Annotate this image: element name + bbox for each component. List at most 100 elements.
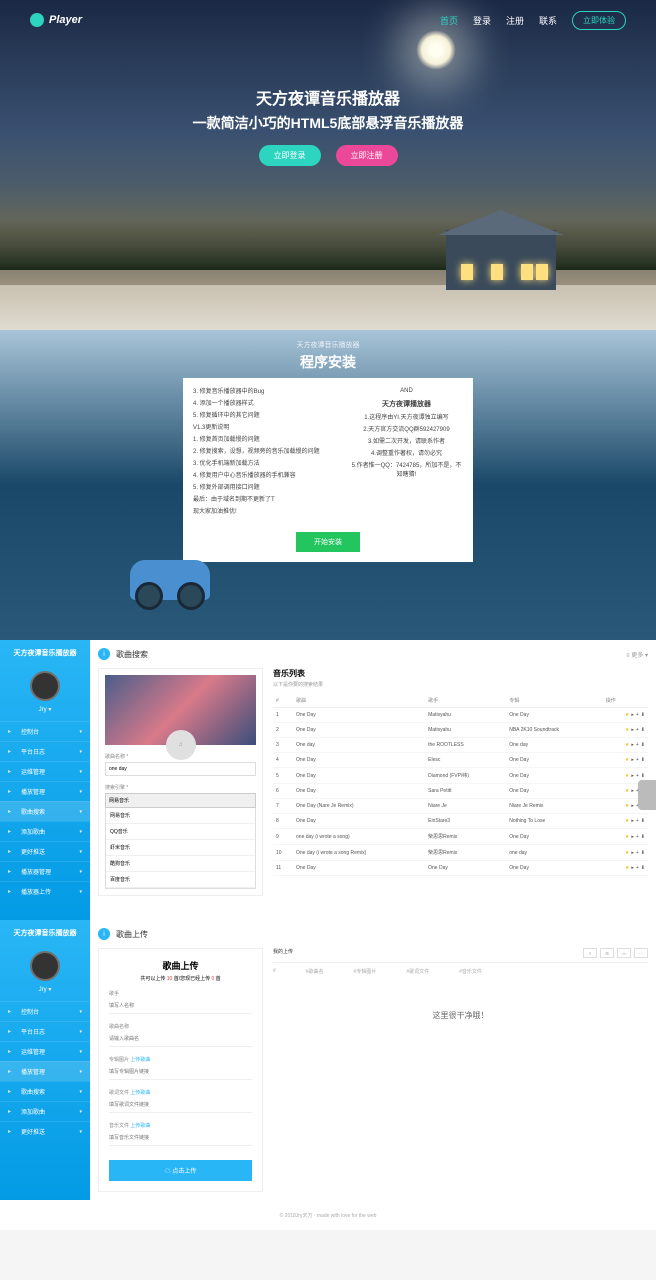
play-icon[interactable]: ▸ (631, 788, 634, 794)
sidebar-item[interactable]: ▸平台日志▾ (0, 1021, 90, 1041)
table-row[interactable]: 8One DayEinStare3Nothing To Lose★▸+⬇ (273, 814, 648, 829)
star-icon[interactable]: ★ (625, 850, 629, 856)
sidebar-item[interactable]: ▸运维管理▾ (0, 1041, 90, 1061)
install-button[interactable]: 开始安装 (296, 532, 360, 552)
table-row[interactable]: 1One DayMatisyahuOne Day★▸+⬇ (273, 708, 648, 723)
play-icon[interactable]: ▸ (631, 757, 634, 763)
lrc-input[interactable] (109, 1098, 252, 1113)
music-input[interactable] (109, 1131, 252, 1146)
cover-input[interactable] (109, 1065, 252, 1080)
add-icon[interactable]: + (636, 742, 639, 748)
sidebar-item[interactable]: ▸播放器上传▾ (0, 881, 90, 901)
download-icon[interactable]: ⬇ (641, 834, 645, 840)
star-icon[interactable]: ★ (625, 757, 629, 763)
download-icon[interactable]: ⬇ (641, 850, 645, 856)
table-row[interactable]: 2One DayMatisyahuNBA 2K10 Soundtrack★▸+⬇ (273, 723, 648, 738)
add-icon[interactable]: + (636, 757, 639, 763)
table-row[interactable]: 4One DayElescOne Day★▸+⬇ (273, 753, 648, 768)
sidebar-item[interactable]: ▸添加歌曲▾ (0, 821, 90, 841)
download-icon[interactable]: ⬇ (641, 712, 645, 718)
star-icon[interactable]: ★ (625, 834, 629, 840)
table-row[interactable]: 5One DayDiamond (FVP/纬)One Day★▸+⬇ (273, 768, 648, 784)
sidebar-item[interactable]: ▸播放管理▾ (0, 781, 90, 801)
sidebar-item[interactable]: ▸歌曲搜索▾ (0, 1081, 90, 1101)
sidebar-item[interactable]: ▸添加歌曲▾ (0, 1101, 90, 1121)
nav-register[interactable]: 注册 (506, 14, 524, 27)
table-row[interactable]: 10One day (i wrote a song Remix)柴思思Remix… (273, 845, 648, 861)
sidebar-item[interactable]: ▸播放器管理▾ (0, 861, 90, 881)
nav-home[interactable]: 首页 (440, 14, 458, 27)
tab-myupload[interactable]: 我的上传 (273, 948, 293, 958)
nav-login[interactable]: 登录 (473, 14, 491, 27)
add-icon[interactable]: + (636, 727, 639, 733)
nav-demo-button[interactable]: 立即体验 (572, 11, 626, 30)
play-icon[interactable]: ▸ (631, 742, 634, 748)
add-icon[interactable]: + (636, 712, 639, 718)
avatar[interactable] (30, 951, 60, 981)
song-name-input[interactable] (105, 762, 256, 776)
artist-input[interactable] (109, 999, 252, 1014)
add-icon[interactable]: + (636, 865, 639, 871)
sidebar-item[interactable]: ▸控制台▾ (0, 721, 90, 741)
sidebar-item[interactable]: ▸平台日志▾ (0, 741, 90, 761)
sidebar-item[interactable]: ▸歌曲搜索▾ (0, 801, 90, 821)
play-icon[interactable]: ▸ (631, 818, 634, 824)
login-button[interactable]: 立即登录 (259, 145, 321, 166)
add-icon[interactable]: + (636, 834, 639, 840)
songname-input[interactable] (109, 1032, 252, 1047)
star-icon[interactable]: ★ (625, 712, 629, 718)
upload-button[interactable]: ☁ 点击上传 (109, 1160, 252, 1181)
engine-select[interactable]: 网易音乐 (105, 793, 256, 808)
play-icon[interactable]: ▸ (631, 727, 634, 733)
register-button[interactable]: 立即注册 (336, 145, 398, 166)
star-icon[interactable]: ★ (625, 788, 629, 794)
user-dropdown[interactable]: Jry ▾ (0, 986, 90, 1001)
table-row[interactable]: 11One DayOne DayOne Day★▸+⬇ (273, 861, 648, 876)
download-icon[interactable]: ⬇ (641, 757, 645, 763)
star-icon[interactable]: ★ (625, 773, 629, 779)
play-icon[interactable]: ▸ (631, 850, 634, 856)
add-icon[interactable]: + (636, 850, 639, 856)
engine-option[interactable]: 酷狗音乐 (106, 856, 255, 872)
view-grid-icon[interactable]: ⊞ (600, 948, 614, 958)
more-menu[interactable]: ≡ 更多 ▾ (626, 650, 648, 659)
avatar[interactable] (30, 671, 60, 701)
star-icon[interactable]: ★ (625, 742, 629, 748)
table-row[interactable]: 6One DaySara PetittOne Day★▸+⬇ (273, 784, 648, 799)
play-icon[interactable]: ▸ (631, 803, 634, 809)
nav-contact[interactable]: 联系 (539, 14, 557, 27)
sidebar-item[interactable]: ▸播放管理▾ (0, 1061, 90, 1081)
view-card-icon[interactable]: ▭ (617, 948, 631, 958)
add-icon[interactable]: + (636, 773, 639, 779)
engine-option[interactable]: QQ音乐 (106, 824, 255, 840)
download-icon[interactable]: ⬇ (641, 742, 645, 748)
download-icon[interactable]: ⬇ (641, 865, 645, 871)
sidebar-item[interactable]: ▸更好推送▾ (0, 1121, 90, 1141)
table-row[interactable]: 3One daythe ROOTLESSOne day★▸+⬇ (273, 738, 648, 753)
user-dropdown[interactable]: Jry ▾ (0, 706, 90, 721)
sidebar-item[interactable]: ▸运维管理▾ (0, 761, 90, 781)
star-icon[interactable]: ★ (625, 865, 629, 871)
view-list-icon[interactable]: ≡ (583, 948, 597, 958)
engine-option[interactable]: 百度音乐 (106, 872, 255, 888)
play-icon[interactable]: ▸ (631, 712, 634, 718)
add-icon[interactable]: + (636, 818, 639, 824)
star-icon[interactable]: ★ (625, 803, 629, 809)
logo[interactable]: Player (30, 13, 82, 27)
engine-option[interactable]: 虾米音乐 (106, 840, 255, 856)
download-icon[interactable]: ⬇ (641, 727, 645, 733)
star-icon[interactable]: ★ (625, 818, 629, 824)
table-row[interactable]: 7One Day (Nare Je Remix)Niare JeNiare Je… (273, 799, 648, 814)
play-icon[interactable]: ▸ (631, 865, 634, 871)
table-row[interactable]: 9one day (i wrote a song)柴思思RemixOne Day… (273, 829, 648, 845)
view-more-icon[interactable]: ⋯ (634, 948, 648, 958)
play-icon[interactable]: ▸ (631, 834, 634, 840)
star-icon[interactable]: ★ (625, 727, 629, 733)
download-icon[interactable]: ⬇ (641, 773, 645, 779)
sidebar-item[interactable]: ▸更好推送▾ (0, 841, 90, 861)
download-icon[interactable]: ⬇ (641, 818, 645, 824)
sidebar-item[interactable]: ▸控制台▾ (0, 1001, 90, 1021)
play-icon[interactable]: ▸ (631, 773, 634, 779)
engine-option[interactable]: 网易音乐 (106, 808, 255, 824)
float-button[interactable] (638, 780, 656, 810)
